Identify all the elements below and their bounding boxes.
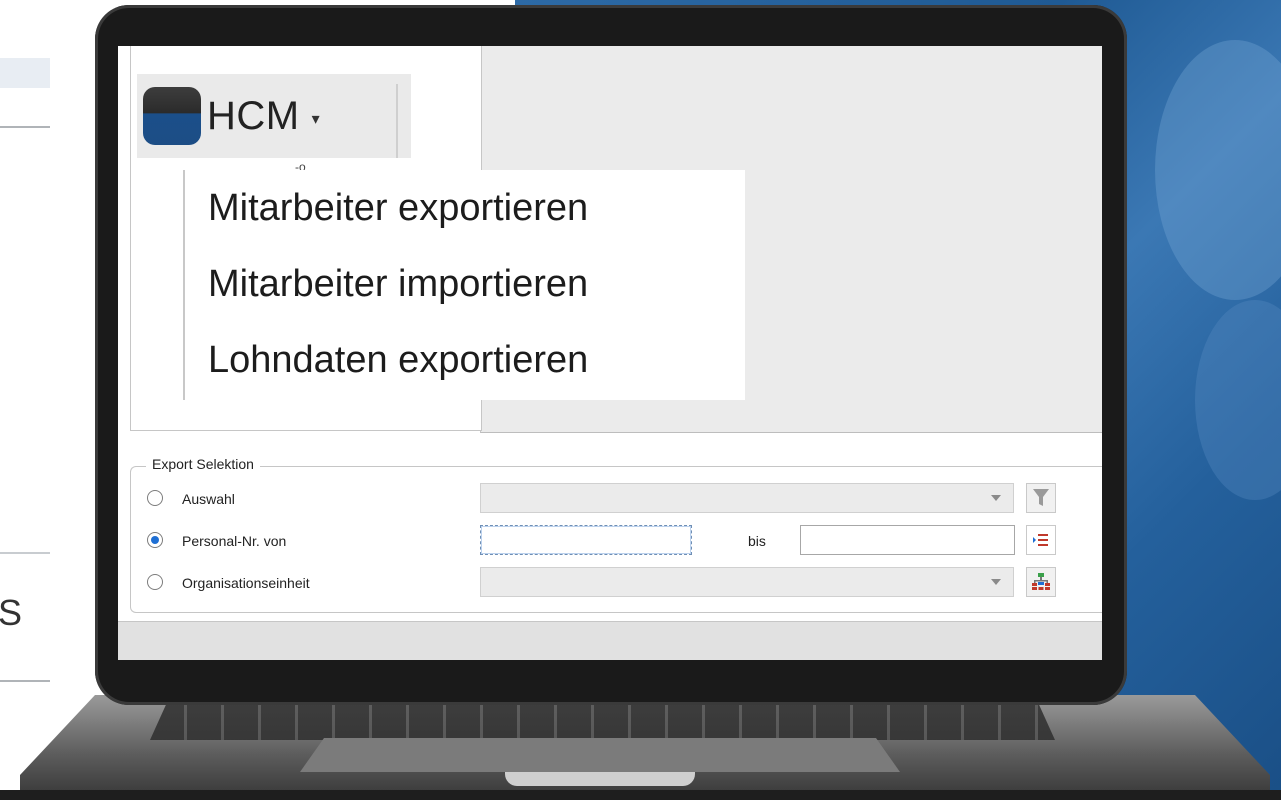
label-selection: Auswahl (182, 491, 235, 507)
label-to: bis (748, 533, 766, 549)
radio-personnel-number[interactable] (147, 532, 163, 548)
background-stripe (0, 58, 50, 88)
label-personnel-number: Personal-Nr. von (182, 533, 287, 549)
filter-icon (1033, 489, 1049, 506)
label-org-unit: Organisationseinheit (182, 575, 310, 591)
hcm-dropdown-menu: Mitarbeiter exportieren Mitarbeiter impo… (188, 170, 745, 400)
personnel-number-to-input[interactable] (800, 525, 1015, 555)
org-unit-dropdown[interactable] (480, 567, 1014, 597)
background-divider (0, 126, 50, 128)
hcm-menu-label: HCM (207, 93, 300, 138)
background-text-fragment: S (0, 592, 23, 633)
radio-selection[interactable] (147, 490, 163, 506)
hcm-menu-button[interactable]: HCM ▾ (137, 74, 411, 158)
laptop-notch (505, 772, 695, 786)
list-picker-button[interactable] (1026, 525, 1056, 555)
laptop-trackpad (300, 738, 900, 772)
chevron-down-icon: ▾ (311, 111, 320, 128)
filter-button[interactable] (1026, 483, 1056, 513)
laptop-base-edge (0, 790, 1281, 800)
org-chart-icon (1032, 573, 1050, 590)
menu-item-export-employees[interactable]: Mitarbeiter exportieren (188, 170, 745, 246)
list-icon (1033, 534, 1048, 546)
menu-bar (183, 170, 185, 400)
app-screen: HCM ▾ -o Mitarbeiter exportieren Mitarbe… (118, 46, 1102, 660)
dropdown-arrow-icon (991, 579, 1001, 585)
selection-dropdown[interactable] (480, 483, 1014, 513)
toolbar-divider (396, 84, 398, 158)
dropdown-arrow-icon (991, 495, 1001, 501)
menu-item-import-employees[interactable]: Mitarbeiter importieren (188, 246, 745, 322)
export-selection-title: Export Selektion (146, 456, 260, 472)
background-divider (0, 680, 50, 682)
laptop-keyboard (150, 700, 1055, 740)
radio-org-unit[interactable] (147, 574, 163, 590)
background-divider (0, 552, 50, 554)
hcm-logo-icon (143, 87, 201, 145)
menu-item-export-payroll[interactable]: Lohndaten exportieren (188, 322, 745, 398)
personnel-number-from-input[interactable] (480, 525, 692, 555)
org-chart-button[interactable] (1026, 567, 1056, 597)
status-bar (118, 621, 1102, 660)
